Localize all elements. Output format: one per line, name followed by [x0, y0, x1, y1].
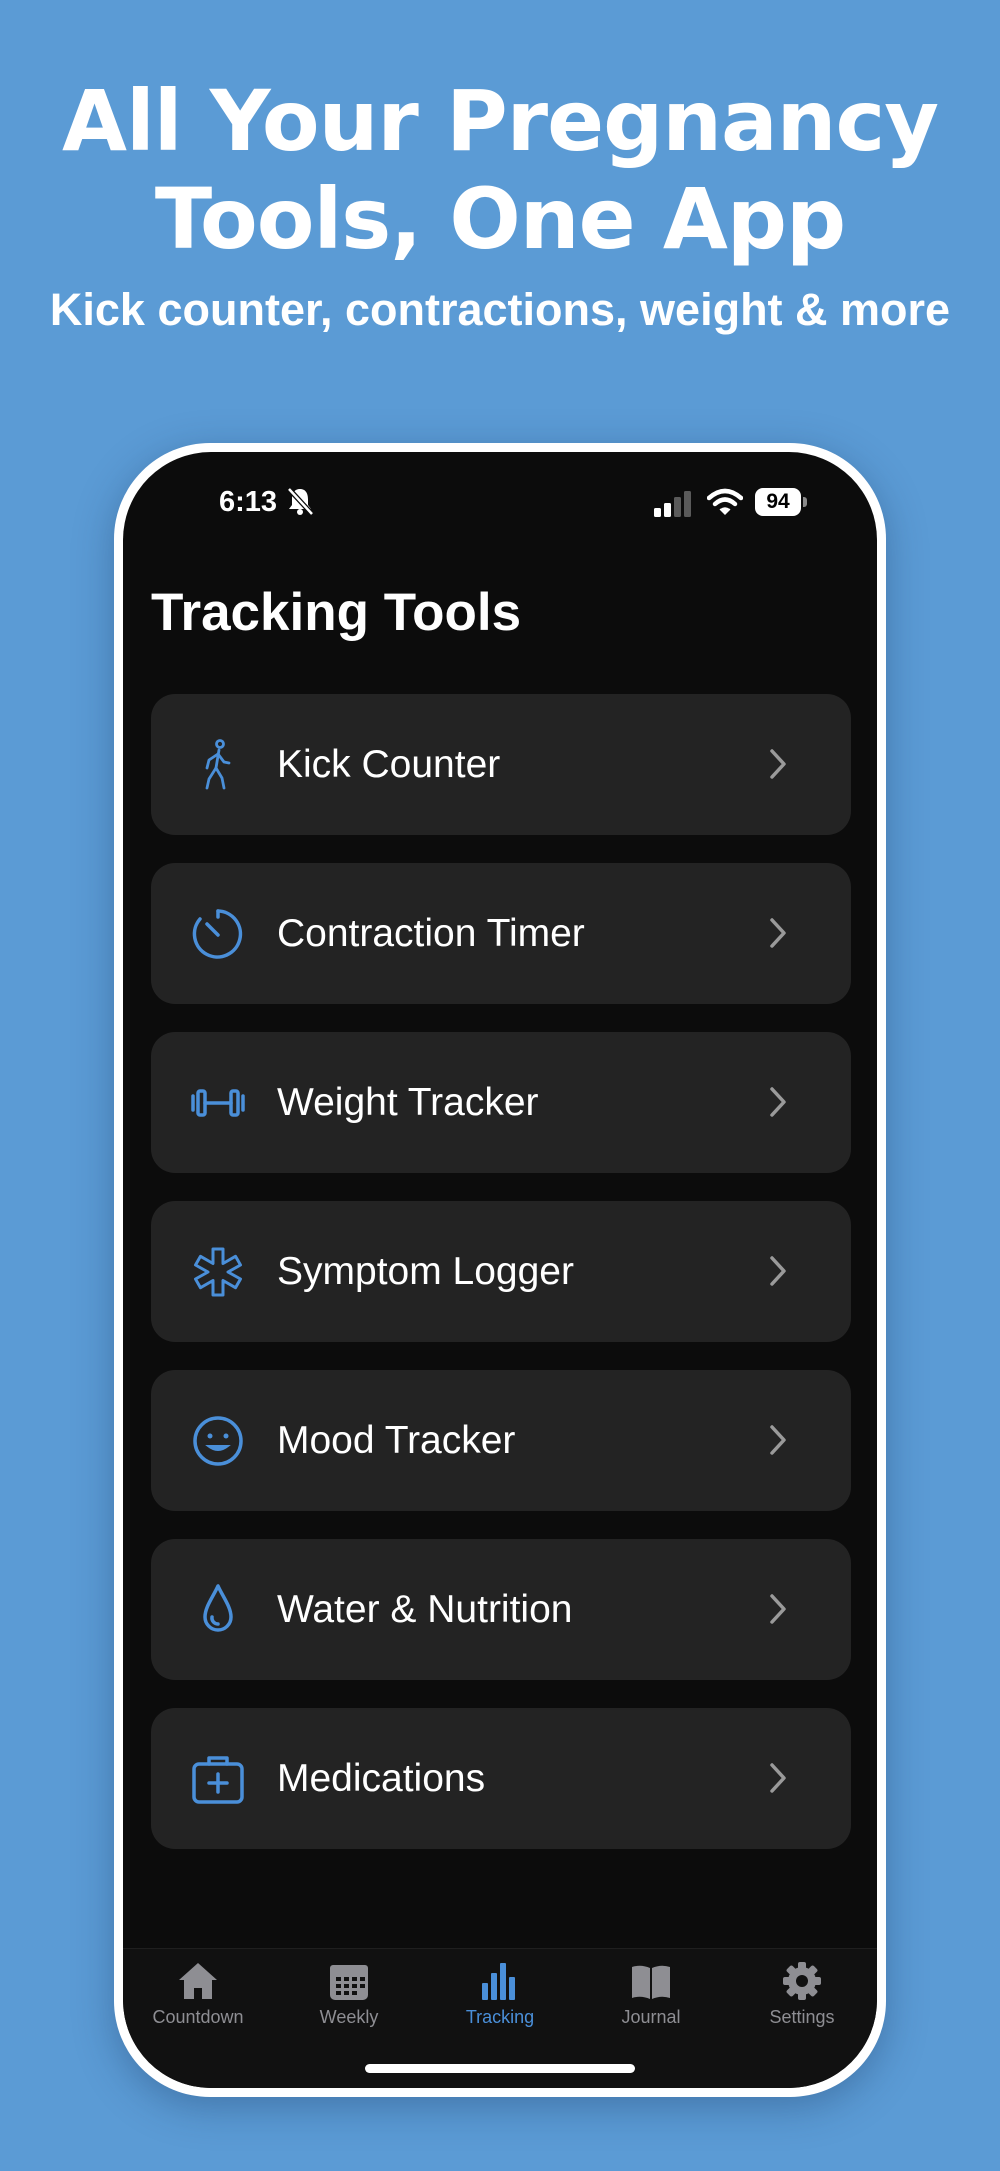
book-icon	[632, 1965, 670, 1999]
tool-label: Medications	[277, 1757, 486, 1800]
tool-row-weight-tracker[interactable]: Weight Tracker	[151, 1032, 851, 1173]
tab-label: Journal	[621, 2007, 681, 2027]
house-icon	[179, 1963, 217, 1999]
bell-slash-icon	[287, 487, 314, 516]
battery-indicator: 94	[755, 488, 801, 516]
timer-icon	[192, 909, 243, 959]
tool-row-mood-tracker[interactable]: Mood Tracker	[151, 1370, 851, 1511]
tab-label: Tracking	[465, 2007, 535, 2027]
dumbbell-icon	[191, 1089, 245, 1117]
status-time: 6:13	[219, 486, 278, 518]
water-drop-icon	[203, 1584, 233, 1632]
chevron-right-icon	[770, 749, 786, 779]
walking-figure-icon	[205, 739, 231, 790]
chevron-right-icon	[770, 1763, 786, 1793]
tab-settings[interactable]: Settings	[727, 1959, 877, 2039]
chevron-right-icon	[770, 918, 786, 948]
phone-screen: 6:13 94 Tracking Tools Kick Counter Cont…	[123, 452, 877, 2088]
tool-row-symptom-logger[interactable]: Symptom Logger	[151, 1201, 851, 1342]
tab-label: Weekly	[319, 2007, 379, 2027]
tool-label: Mood Tracker	[277, 1419, 516, 1462]
medical-star-icon	[194, 1247, 242, 1297]
gear-icon	[783, 1962, 821, 2000]
tool-label: Contraction Timer	[277, 912, 585, 955]
tool-row-kick-counter[interactable]: Kick Counter	[151, 694, 851, 835]
chevron-right-icon	[770, 1425, 786, 1455]
wifi-icon	[707, 488, 743, 515]
home-indicator[interactable]	[365, 2064, 635, 2073]
calendar-icon	[330, 1965, 368, 2000]
tool-row-water-nutrition[interactable]: Water & Nutrition	[151, 1539, 851, 1680]
chevron-right-icon	[770, 1256, 786, 1286]
signal-icon	[654, 491, 691, 517]
subheadline: Kick counter, contractions, weight & mor…	[49, 284, 951, 335]
chevron-right-icon	[770, 1594, 786, 1624]
tab-tracking[interactable]: Tracking	[425, 1959, 575, 2039]
headline-line-2: Tools, One App	[154, 170, 846, 268]
battery-tip	[803, 497, 807, 507]
tab-label: Settings	[769, 2007, 835, 2027]
tab-countdown[interactable]: Countdown	[123, 1959, 273, 2039]
medical-kit-icon	[192, 1756, 244, 1804]
tool-row-medications[interactable]: Medications	[151, 1708, 851, 1849]
smiley-icon	[193, 1416, 243, 1466]
tab-label: Countdown	[152, 2007, 244, 2027]
tool-label: Water & Nutrition	[277, 1588, 573, 1631]
tool-label: Weight Tracker	[277, 1081, 539, 1124]
tool-label: Symptom Logger	[277, 1250, 574, 1293]
chevron-right-icon	[770, 1087, 786, 1117]
bar-chart-icon	[482, 1963, 515, 2000]
tool-list: Kick Counter Contraction Timer Weight Tr…	[151, 694, 851, 1877]
tool-label: Kick Counter	[277, 743, 501, 786]
tab-journal[interactable]: Journal	[576, 1959, 726, 2039]
tool-row-contraction-timer[interactable]: Contraction Timer	[151, 863, 851, 1004]
page-title: Tracking Tools	[151, 583, 522, 642]
phone-frame: 6:13 94 Tracking Tools Kick Counter Cont…	[114, 443, 886, 2097]
tab-weekly[interactable]: Weekly	[274, 1959, 424, 2039]
headline-line-1: All Your Pregnancy	[61, 72, 939, 170]
headline: All Your Pregnancy Tools, One App	[0, 72, 1000, 268]
